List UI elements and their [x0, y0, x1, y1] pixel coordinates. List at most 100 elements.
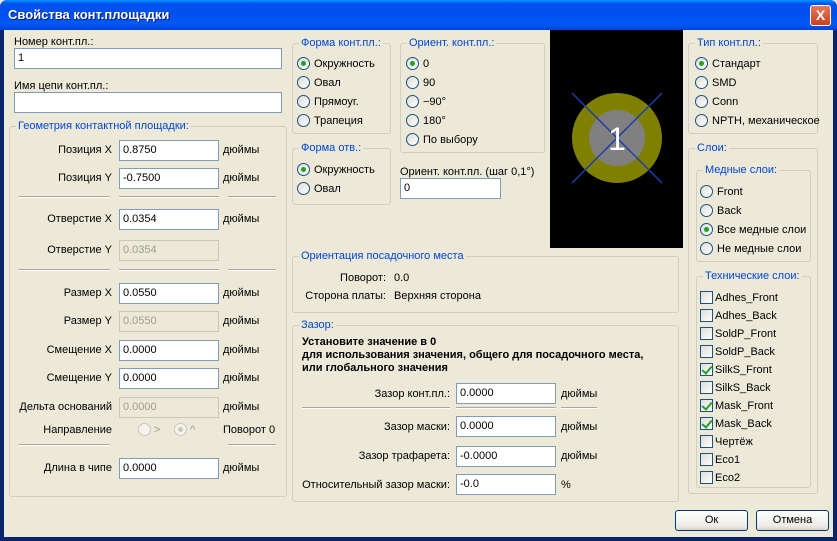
- paste-clearance-input[interactable]: -0.0000: [456, 446, 556, 467]
- geometry-group-title: Геометрия контактной площадки:: [16, 120, 191, 132]
- tech-layer-label: Mask_Front: [715, 400, 774, 412]
- pad-shape-option-label: Прямоуг.: [314, 96, 359, 108]
- tech-layer-checkbox[interactable]: [700, 291, 713, 304]
- pad-type-title: Тип конт.пл.:: [695, 37, 763, 49]
- mask-ratio-input[interactable]: -0.0: [456, 474, 556, 495]
- tech-layer-checkbox[interactable]: [700, 345, 713, 358]
- geometry-field-label: Позиция Y: [58, 172, 112, 184]
- window-title: Свойства конт.площадки: [8, 7, 170, 22]
- copper-layer-option-radio[interactable]: [700, 185, 713, 198]
- clearance-note-line-2: для использования значения, общего для п…: [302, 349, 644, 361]
- hole-shape-option-label: Овал: [314, 183, 341, 195]
- pad-shape-option-radio[interactable]: [297, 76, 310, 89]
- tech-layer-checkbox[interactable]: [700, 453, 713, 466]
- pad-type-option-label: Стандарт: [712, 58, 761, 70]
- copper-layer-option-radio[interactable]: [700, 223, 713, 236]
- close-button[interactable]: X: [810, 5, 831, 26]
- pad-type-option-radio[interactable]: [695, 95, 708, 108]
- geometry-field-input[interactable]: 0.0000: [119, 340, 219, 361]
- pad-orient-option-radio[interactable]: [406, 76, 419, 89]
- pad-shape-option-radio[interactable]: [297, 114, 310, 127]
- tech-layer-checkbox[interactable]: [700, 417, 713, 430]
- pad-shape-option-label: Трапеция: [314, 115, 363, 127]
- tech-layer-label: Eco2: [715, 472, 741, 484]
- geometry-field-input[interactable]: 0.0000: [119, 368, 219, 389]
- pad-orient-option-radio[interactable]: [406, 114, 419, 127]
- ok-button[interactable]: Ок: [675, 510, 748, 531]
- geometry-field-unit: дюймы: [223, 144, 260, 156]
- net-name-input[interactable]: [14, 92, 282, 113]
- tech-layers-title: Технические слои:: [703, 270, 802, 282]
- direction-up-label: ^: [190, 424, 196, 436]
- mask-ratio-label: Относительный зазор маски:: [302, 479, 450, 491]
- pad-type-option-radio[interactable]: [695, 57, 708, 70]
- direction-up-radio[interactable]: [174, 423, 187, 436]
- geometry-field-input[interactable]: -0.7500: [119, 168, 219, 189]
- copper-layer-option-radio[interactable]: [700, 204, 713, 217]
- title-bar[interactable]: Свойства конт.площадки X: [0, 0, 837, 30]
- mask-clearance-label: Зазор маски:: [383, 421, 450, 433]
- pad-orient-option-radio[interactable]: [406, 57, 419, 70]
- direction-right-radio[interactable]: [138, 423, 151, 436]
- pad-shape-title: Форма конт.пл.:: [299, 37, 383, 49]
- pad-number-input[interactable]: 1: [14, 48, 282, 69]
- tech-layer-checkbox[interactable]: [700, 363, 713, 376]
- tech-layer-checkbox[interactable]: [700, 327, 713, 340]
- pad-shape-option-label: Овал: [314, 77, 341, 89]
- die-length-input[interactable]: 0.0000: [119, 458, 219, 479]
- paste-clearance-unit: дюймы: [561, 450, 598, 462]
- clearance-title: Зазор:: [299, 319, 336, 331]
- hole-shape-option-label: Окружность: [314, 164, 375, 176]
- separator: [228, 196, 276, 198]
- separator: [456, 407, 556, 409]
- geometry-field-label: Размер X: [63, 287, 112, 299]
- geometry-field-input[interactable]: 0.0550: [119, 283, 219, 304]
- layers-title: Слои:: [695, 142, 729, 154]
- pad-preview-graphic: 1: [571, 92, 663, 184]
- tech-layer-checkbox[interactable]: [700, 381, 713, 394]
- copper-layer-option-label: Back: [717, 205, 742, 217]
- geometry-field-unit: дюймы: [223, 344, 260, 356]
- footprint-rotation-label: Поворот:: [340, 272, 386, 284]
- tech-layer-label: Eco1: [715, 454, 741, 466]
- tech-layer-checkbox[interactable]: [700, 435, 713, 448]
- geometry-field-unit: дюймы: [223, 315, 260, 327]
- copper-layer-option-label: Front: [717, 186, 743, 198]
- tech-layer-checkbox[interactable]: [700, 471, 713, 484]
- cancel-button[interactable]: Отмена: [756, 510, 829, 531]
- paste-clearance-label: Зазор трафарета:: [358, 450, 450, 462]
- tech-layer-checkbox[interactable]: [700, 399, 713, 412]
- pad-number-label: Номер конт.пл.:: [14, 36, 94, 48]
- separator: [302, 407, 450, 409]
- pad-type-option-radio[interactable]: [695, 114, 708, 127]
- separator: [561, 407, 597, 409]
- die-length-unit: дюймы: [223, 462, 260, 474]
- geometry-field-input[interactable]: 0.0354: [119, 209, 219, 230]
- geometry-field-unit: дюймы: [223, 401, 260, 413]
- footprint-orient-group: Ориентация посадочного места: [292, 250, 679, 313]
- pad-orient-option-radio[interactable]: [406, 95, 419, 108]
- mask-clearance-input[interactable]: 0.0000: [456, 416, 556, 437]
- hole-shape-option-radio[interactable]: [297, 163, 310, 176]
- geometry-field-label: Дельта оснований: [19, 401, 112, 413]
- geometry-field-label: Отверстие X: [47, 213, 112, 225]
- custom-orient-label: Ориент. конт.пл. (шаг 0,1°): [400, 166, 535, 178]
- tech-layer-label: SilkS_Back: [715, 382, 771, 394]
- pad-shape-option-radio[interactable]: [297, 95, 310, 108]
- pad-type-option-label: NPTH, механическое: [712, 115, 820, 127]
- pad-orient-option-label: 180°: [423, 115, 446, 127]
- pad-shape-option-radio[interactable]: [297, 57, 310, 70]
- custom-orient-input[interactable]: 0: [400, 178, 501, 199]
- geometry-field-unit: дюймы: [223, 172, 260, 184]
- copper-layer-option-radio[interactable]: [700, 242, 713, 255]
- geometry-field-input[interactable]: 0.8750: [119, 140, 219, 161]
- tech-layer-checkbox[interactable]: [700, 309, 713, 322]
- pad-type-option-radio[interactable]: [695, 76, 708, 89]
- hole-shape-option-radio[interactable]: [297, 182, 310, 195]
- pad-clearance-input[interactable]: 0.0000: [456, 383, 556, 404]
- pad-orient-option-radio[interactable]: [406, 133, 419, 146]
- direction-rotation-label: Поворот 0: [223, 424, 276, 436]
- pad-orient-title: Ориент. конт.пл.:: [407, 37, 497, 49]
- tech-layer-label: SoldP_Back: [715, 346, 775, 358]
- separator: [18, 444, 110, 446]
